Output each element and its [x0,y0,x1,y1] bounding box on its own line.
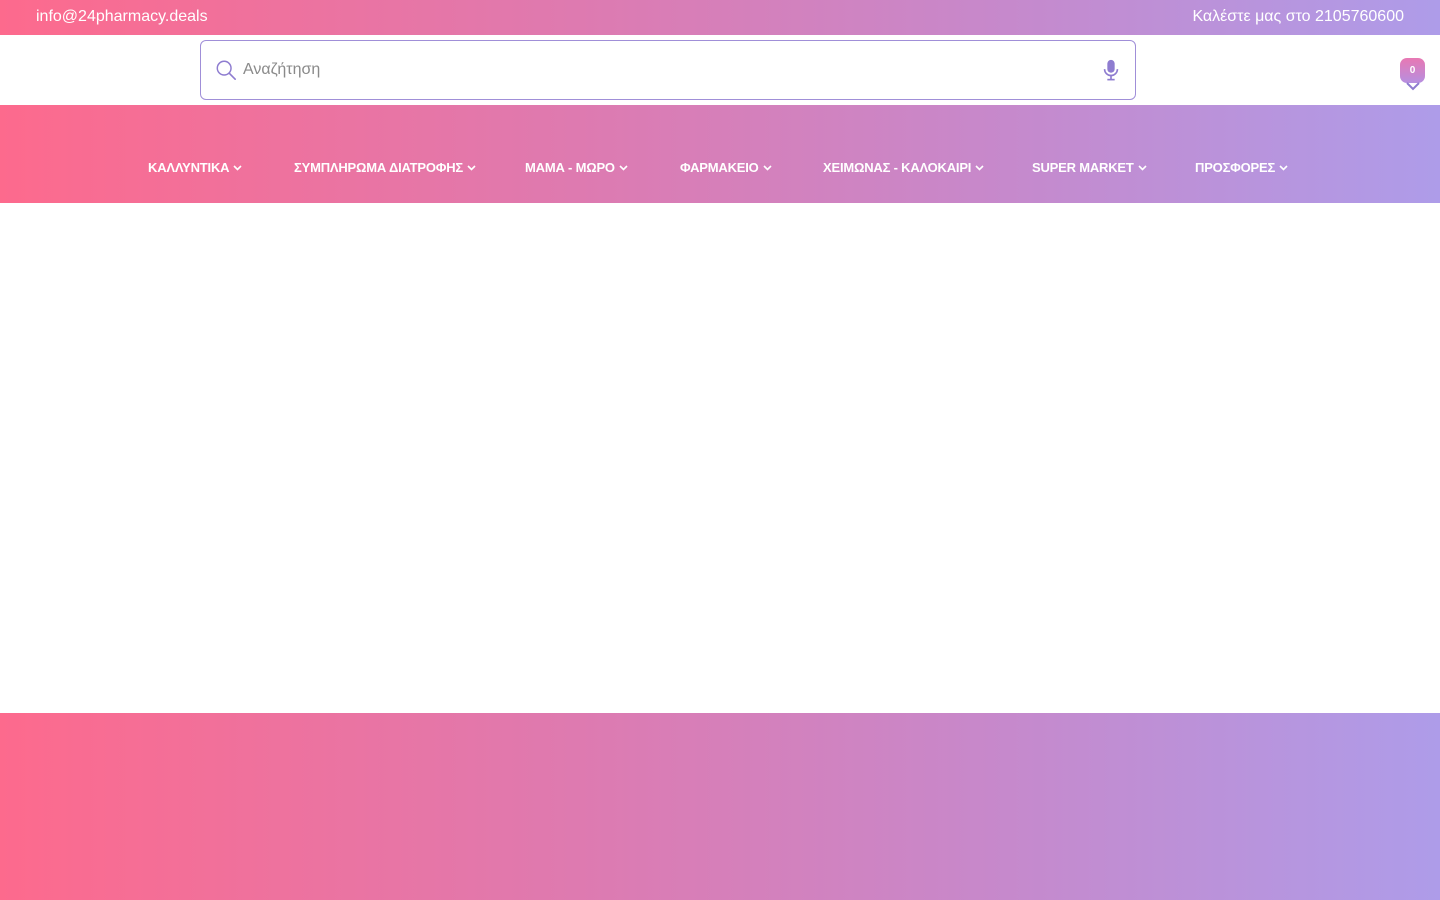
nav-item-offers[interactable]: ΠΡΟΣΦΟΡΕΣ [1195,160,1288,175]
site-header: 0 [0,35,1440,105]
nav-item-label: ΧΕΙΜΩΝΑΣ - ΚΑΛΟΚΑΙΡΙ [823,160,972,175]
nav-item-label: ΠΡΟΣΦΟΡΕΣ [1195,160,1276,175]
chevron-down-icon [763,164,772,171]
nav-item-label: ΣΥΜΠΛΗΡΩΜΑ ΔΙΑΤΡΟΦΗΣ [294,160,464,175]
chevron-down-icon [467,164,476,171]
nav-item-supplements[interactable]: ΣΥΜΠΛΗΡΩΜΑ ΔΙΑΤΡΟΦΗΣ [294,160,476,175]
chevron-down-icon [975,164,984,171]
chevron-down-icon [1279,164,1288,171]
nav-item-label: ΦΑΡΜΑΚΕΙΟ [680,160,759,175]
search-bar[interactable] [200,40,1136,100]
chevron-down-icon[interactable] [1406,82,1420,91]
nav-item-winter-summer[interactable]: ΧΕΙΜΩΝΑΣ - ΚΑΛΟΚΑΙΡΙ [823,160,984,175]
search-icon[interactable] [215,59,237,81]
nav-item-pharmacy[interactable]: ΦΑΡΜΑΚΕΙΟ [680,160,772,175]
chevron-down-icon [1138,164,1147,171]
nav-item-label: ΚΑΛΛΥΝΤΙΚΑ [148,160,230,175]
nav-item-cosmetics[interactable]: ΚΑΛΛΥΝΤΙΚΑ [148,160,242,175]
contact-phone-text[interactable]: Καλέστε μας στο 2105760600 [1192,8,1404,26]
chevron-down-icon [233,164,242,171]
search-input[interactable] [243,55,1083,85]
chevron-down-icon [619,164,628,171]
cart-button[interactable]: 0 [1396,55,1430,95]
contact-email-link[interactable]: info@24pharmacy.deals [36,8,208,26]
top-info-bar: info@24pharmacy.deals Καλέστε μας στο 21… [0,0,1440,35]
microphone-icon[interactable] [1101,59,1121,81]
cart-count-badge: 0 [1400,58,1425,83]
main-navigation: ΚΑΛΛΥΝΤΙΚΑ ΣΥΜΠΛΗΡΩΜΑ ΔΙΑΤΡΟΦΗΣ ΜΑΜΑ - Μ… [0,105,1440,203]
site-footer [0,713,1440,900]
nav-item-mother-baby[interactable]: ΜΑΜΑ - ΜΩΡΟ [525,160,628,175]
nav-item-label: SUPER MARKET [1032,160,1134,175]
nav-item-super-market[interactable]: SUPER MARKET [1032,160,1147,175]
nav-item-label: ΜΑΜΑ - ΜΩΡΟ [525,160,615,175]
